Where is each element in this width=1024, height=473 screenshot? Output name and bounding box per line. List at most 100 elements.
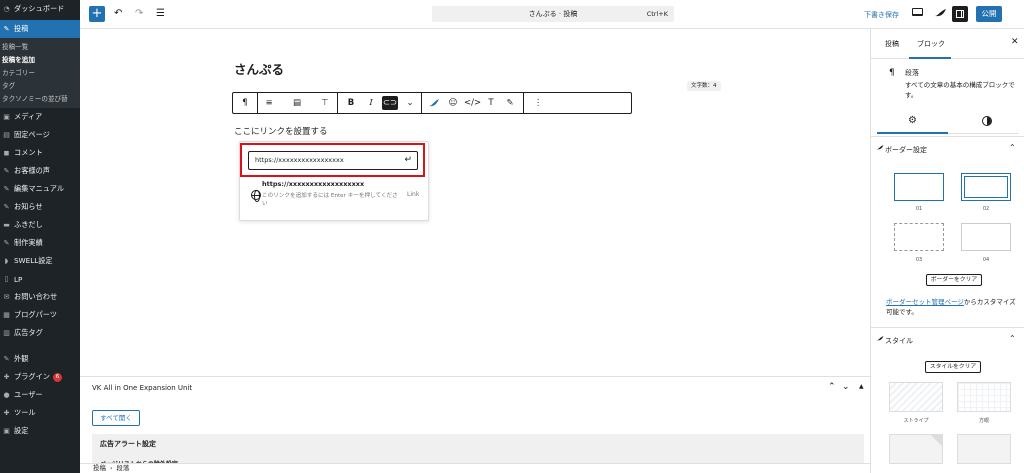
border-option-label: 03 <box>915 257 923 263</box>
open-all-button[interactable]: すべて開く <box>92 410 140 426</box>
menu-lp[interactable]: ▯ LP <box>0 270 80 288</box>
style-option-grid[interactable] <box>957 382 1011 412</box>
submenu-categories[interactable]: カテゴリー <box>0 67 80 80</box>
submenu-taxonomy-order[interactable]: タクソノミーの並び替 <box>0 93 80 106</box>
tab-block[interactable]: ブロック <box>917 39 945 49</box>
breadcrumb-block[interactable]: 段落 <box>116 464 129 472</box>
submenu-add-post[interactable]: 投稿を追加 <box>0 54 80 67</box>
command-palette-bar[interactable]: さんぷる · 投稿 Ctrl+K <box>432 6 674 22</box>
list-view-icon[interactable]: ☰ <box>156 8 165 20</box>
parts-icon: ▦ <box>3 311 10 319</box>
border-option-02[interactable] <box>961 173 1011 201</box>
redo-icon[interactable]: ↷ <box>135 8 143 20</box>
link-suggestion-url[interactable]: https://xxxxxxxxxxxxxxxxxx <box>262 180 364 188</box>
link-icon[interactable]: ⊂⊃ <box>382 96 398 110</box>
menu-testimonials[interactable]: ✎ お客様の声 <box>0 162 80 180</box>
style-panel-header[interactable]: スタイル ⌃ <box>871 327 1024 351</box>
chevron-up-icon[interactable]: ⌃ <box>828 382 836 392</box>
submenu-tags[interactable]: タグ <box>0 80 80 93</box>
plugin-icon: ✚ <box>3 373 10 381</box>
ad-alert-panel: 広告アラート設定 ページリストからの除外設定 <box>92 434 864 468</box>
code-icon[interactable]: </> <box>464 96 481 110</box>
chevron-up-icon: ⌃ <box>1009 143 1016 152</box>
menu-blog-parts[interactable]: ▦ ブログパーツ <box>0 306 80 324</box>
chart-icon: ▥ <box>3 329 10 337</box>
active-tab-indicator <box>877 132 948 134</box>
border-option-01[interactable] <box>894 173 944 201</box>
block-name: 段落 <box>905 69 919 77</box>
menu-manual-label: 編集マニュアル <box>14 184 65 193</box>
gear-icon[interactable]: ⚙ <box>908 115 917 127</box>
menu-contact[interactable]: ✉ お問い合わせ <box>0 288 80 306</box>
admin-sidebar: ◔ ダッシュボード ✎ 投稿 投稿一覧 投稿を追加 カテゴリー タグ タクソノミ… <box>0 0 80 473</box>
bold-icon[interactable]: B <box>343 96 359 110</box>
border-panel-header[interactable]: ボーダー設定 ⌃ <box>871 136 1024 160</box>
style-option-stripe[interactable] <box>889 382 943 412</box>
menu-swell[interactable]: ◗ SWELL設定 <box>0 252 80 270</box>
paragraph-icon[interactable]: ¶ <box>237 96 253 110</box>
swell-icon <box>877 336 884 341</box>
swell-format-icon[interactable] <box>426 96 442 110</box>
menu-users[interactable]: ● ユーザー <box>0 386 80 404</box>
menu-posts[interactable]: ✎ 投稿 <box>0 20 80 38</box>
menu-manual[interactable]: ✎ 編集マニュアル <box>0 180 80 198</box>
sidebar-icon <box>956 10 964 18</box>
border-option-04[interactable] <box>961 223 1011 251</box>
format-brush-icon[interactable]: ⊤ <box>317 96 333 110</box>
menu-pages[interactable]: ▤ 固定ページ <box>0 126 80 144</box>
emoji-icon[interactable]: ☺ <box>445 96 461 110</box>
menu-settings[interactable]: ▣ 設定 <box>0 422 80 440</box>
border-preset-link[interactable]: ボーダーセット管理ページ <box>886 298 964 306</box>
close-icon[interactable]: ✕ <box>1011 37 1019 47</box>
border-panel-title: ボーダー設定 <box>885 146 927 154</box>
menu-news[interactable]: ✎ お知らせ <box>0 198 80 216</box>
menu-balloon[interactable]: ▬ ふきだし <box>0 216 80 234</box>
menu-plugins[interactable]: ✚ プラグイン 6 <box>0 368 80 386</box>
swell-icon: ◗ <box>4 257 9 265</box>
tab-post[interactable]: 投稿 <box>885 39 899 49</box>
menu-ad-tags[interactable]: ▥ 広告タグ <box>0 324 80 342</box>
menu-tools[interactable]: ✚ ツール <box>0 404 80 422</box>
align-icon[interactable]: ≡ <box>261 96 277 110</box>
link-suggestion-type: Link <box>407 191 420 198</box>
undo-icon[interactable]: ↶ <box>114 8 122 20</box>
clear-style-button[interactable]: スタイルをクリア <box>925 361 981 373</box>
clear-border-button[interactable]: ボーダーをクリア <box>926 274 982 286</box>
chevron-down-icon[interactable]: ⌄ <box>402 96 418 110</box>
font-size-icon[interactable]: T <box>483 96 499 110</box>
preview-icon[interactable] <box>912 8 923 16</box>
menu-tools-label: ツール <box>14 408 36 417</box>
border-option-03[interactable] <box>894 223 944 251</box>
menu-works[interactable]: ✎ 制作実績 <box>0 234 80 252</box>
word-count-badge: 文字数：4 <box>687 81 721 91</box>
chevron-down-icon[interactable]: ⌄ <box>842 382 850 392</box>
menu-dashboard[interactable]: ◔ ダッシュボード <box>0 0 80 18</box>
highlight-icon[interactable]: ▤ <box>289 96 305 110</box>
italic-icon[interactable]: I <box>363 96 379 110</box>
post-title[interactable]: さんぷる <box>234 59 284 78</box>
menu-appearance[interactable]: ✎ 外観 <box>0 350 80 368</box>
breadcrumb-post[interactable]: 投稿 <box>93 464 106 472</box>
style-option-plain[interactable] <box>957 434 1011 464</box>
paragraph-block[interactable]: ここにリンクを設置する <box>234 125 328 137</box>
menu-media[interactable]: ▣ メディア <box>0 108 80 126</box>
save-draft-button[interactable]: 下書き保存 <box>864 10 899 20</box>
meta-box-area: VK All in One Expansion Unit ⌃ ⌄ ▲ すべて開く… <box>80 376 870 468</box>
marker-icon[interactable]: ✎ <box>502 96 518 110</box>
contrast-icon[interactable] <box>982 116 992 126</box>
more-options-icon[interactable]: ⋮ <box>530 96 546 110</box>
submenu-all-posts[interactable]: 投稿一覧 <box>0 41 80 54</box>
menu-comments[interactable]: ◼ コメント <box>0 144 80 162</box>
block-inserter-button[interactable]: + <box>89 6 105 22</box>
menu-settings-label: 設定 <box>14 426 29 435</box>
publish-button[interactable]: 公開 <box>976 6 1002 22</box>
caret-up-icon[interactable]: ▲ <box>859 383 864 390</box>
sidebar-tabs: 投稿 ブロック ✕ <box>871 29 1024 59</box>
plugin-update-badge: 6 <box>52 372 62 382</box>
style-option-fold[interactable] <box>889 434 943 464</box>
meta-box-title: VK All in One Expansion Unit <box>92 384 193 392</box>
settings-toggle-button[interactable] <box>952 6 968 22</box>
ad-alert-title[interactable]: 広告アラート設定 <box>100 439 156 449</box>
swell-logo-icon[interactable] <box>935 9 947 17</box>
toolbar-separator <box>337 93 338 113</box>
